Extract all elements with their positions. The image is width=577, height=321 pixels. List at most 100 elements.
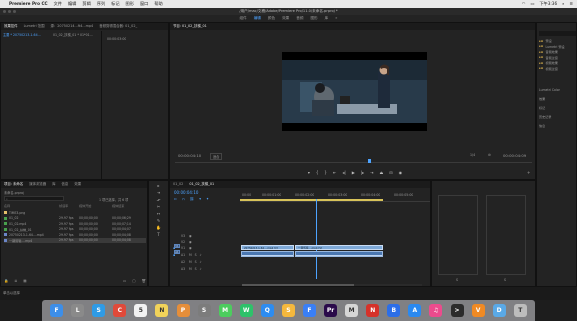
workspace-color[interactable]: 颜色 — [268, 15, 275, 22]
tab-media-browser[interactable]: 媒体浏览器 — [29, 181, 46, 188]
mute-icon[interactable]: M — [189, 260, 192, 264]
tab-sequence-escalator[interactable]: 01_02_扶梯_01 — [189, 181, 214, 188]
mute-icon[interactable]: M — [189, 267, 192, 271]
project-item-row[interactable]: 01_02.mp4 29.97 fps 00;00;00;00 00;00;07;14 — [4, 221, 146, 227]
effects-folder[interactable]: ▸▬ 视频过渡 — [539, 66, 577, 72]
menu-graphics[interactable]: 图形 — [126, 0, 134, 8]
itunes-icon[interactable]: ♫ — [429, 304, 443, 317]
menu-file[interactable]: 文件 — [54, 0, 62, 8]
vlc-icon[interactable]: V — [471, 304, 485, 317]
project-item-row[interactable]: 一期剪辑....mp4 29.97 fps 00;00;00;00 00;00;04;… — [4, 237, 146, 243]
column-name[interactable]: 名称 — [4, 203, 59, 208]
workspace-audio[interactable]: 音频 — [296, 15, 303, 22]
mic-icon[interactable]: ♪ — [200, 260, 202, 264]
list-view-icon[interactable]: ≣ — [14, 279, 17, 283]
project-item-row[interactable]: 20750213-1-64....mp4 29.97 fps 00;00;00;00… — [4, 232, 146, 238]
project-item-row[interactable]: 01_02 29.97 fps 00;00;00;00 00;00;06;29 — [4, 216, 146, 222]
wifi-icon[interactable]: ◠ — [522, 0, 526, 8]
zoom-select[interactable]: 适合 — [210, 153, 223, 160]
track-label[interactable]: A2 — [181, 260, 189, 264]
track-label[interactable]: A1 — [181, 253, 189, 257]
track-label[interactable]: A3 — [181, 267, 189, 271]
eye-icon[interactable]: ◉ — [189, 240, 192, 244]
step-forward-icon[interactable]: |▸ — [361, 170, 364, 175]
finder-icon[interactable]: F — [50, 304, 64, 317]
column-fps[interactable]: 帧速率 — [59, 203, 79, 208]
ripple-edit-tool-icon[interactable]: ⟛ — [156, 197, 162, 202]
go-to-in-icon[interactable]: ⇤ — [333, 170, 336, 175]
workspace-graphics[interactable]: 图形 — [310, 15, 317, 22]
project-item-row[interactable]: 01_02_扶梯_01 29.97 fps 00;00;00;00 00;00;04;… — [4, 227, 146, 233]
source-patch-v1[interactable]: V1 — [174, 244, 180, 248]
track-label[interactable]: V2 — [181, 240, 189, 244]
wechat-icon[interactable]: W — [239, 304, 253, 317]
video-clip[interactable]: 一期剪辑....mp4 [V] — [295, 245, 383, 250]
solo-button-right[interactable]: S — [504, 278, 506, 282]
source-clip-label[interactable]: 主要 * 20750213-1-64... — [3, 32, 51, 37]
work-area-bar[interactable] — [240, 199, 383, 201]
tab-lumetri-scopes[interactable]: Lumetri 范围 — [24, 23, 45, 30]
search-icon[interactable]: ⌕ — [562, 0, 564, 8]
tab-libraries[interactable]: 库 — [52, 181, 55, 188]
new-item-icon[interactable]: ▢ — [132, 279, 135, 283]
photos-icon[interactable]: P — [176, 304, 190, 317]
play-icon[interactable]: ▶ — [352, 170, 355, 175]
timeline-scrollbar[interactable] — [242, 284, 422, 286]
track-label[interactable]: V3 — [181, 234, 189, 238]
track-label[interactable]: V1 — [181, 246, 189, 250]
messages-icon[interactable]: M — [218, 304, 232, 317]
project-search-input[interactable]: ⌕ — [4, 196, 64, 201]
extract-icon[interactable]: ⊟ — [389, 170, 392, 175]
mic-icon[interactable]: ♪ — [200, 253, 202, 257]
mic-icon[interactable]: ♪ — [200, 267, 202, 271]
mark-out-icon[interactable]: } — [324, 170, 327, 175]
notes-icon[interactable]: N — [155, 304, 169, 317]
audio-clip[interactable] — [295, 251, 383, 257]
source-patch-a1[interactable]: A1 — [174, 250, 180, 254]
resolution-select[interactable]: 1/4 — [470, 153, 475, 157]
launchpad-icon[interactable]: L — [71, 304, 85, 317]
program-timecode[interactable]: 00:00:04:10 — [178, 153, 201, 158]
video-clip[interactable]: 20750213-1-64....mp4 [V] — [241, 245, 294, 250]
settings-icon[interactable]: ⚙ — [488, 153, 491, 157]
solo-icon[interactable]: S — [195, 260, 197, 264]
column-media-end[interactable]: 媒体结束 — [112, 203, 145, 208]
solo-button-left[interactable]: S — [456, 278, 458, 282]
lock-icon[interactable]: 🔒 — [4, 279, 8, 283]
tab-program[interactable]: 节目: 01_02_扶梯_01 — [173, 23, 207, 30]
app-store-icon[interactable]: A — [408, 304, 422, 317]
hand-tool-icon[interactable]: ✋ — [156, 225, 162, 230]
tab-project[interactable]: 项目: 未命名 — [4, 181, 23, 188]
razor-tool-icon[interactable]: ✂ — [156, 204, 162, 209]
tab-source[interactable]: 源：20750214...ft4...mp4 — [50, 23, 93, 30]
lift-icon[interactable]: ⏏ — [379, 170, 383, 175]
type-tool-icon[interactable]: T — [156, 232, 162, 237]
panel-option[interactable]: 信息 — [539, 121, 577, 130]
slip-tool-icon[interactable]: ↔ — [156, 211, 162, 216]
eye-icon[interactable]: ◉ — [189, 234, 192, 238]
add-button-icon[interactable]: + — [527, 170, 530, 175]
export-frame-icon[interactable]: ◉ — [399, 170, 403, 175]
workspace-assembly[interactable]: 组件 — [240, 15, 247, 22]
feishu-icon[interactable]: F — [302, 304, 316, 317]
calendar-icon[interactable]: 5 — [134, 304, 148, 317]
go-to-out-icon[interactable]: ⇥ — [370, 170, 373, 175]
linked-selection-icon[interactable]: ⛓ — [190, 197, 195, 201]
qq-icon[interactable]: Q — [260, 304, 274, 317]
window-controls[interactable] — [3, 10, 16, 13]
source-sequence-label[interactable]: 01_02_扶梯_01 * 01*01... — [53, 32, 101, 37]
mark-in-icon[interactable]: { — [316, 170, 319, 175]
panel-option[interactable]: Lumetri Color — [539, 85, 577, 94]
panel-option[interactable]: 历史记录 — [539, 112, 577, 121]
netease-music-icon[interactable]: N — [366, 304, 380, 317]
panel-option[interactable]: 效果 — [539, 94, 577, 103]
app-menu[interactable]: Premiere Pro CC — [9, 0, 48, 8]
wrench-icon[interactable]: ✦ — [206, 197, 209, 201]
track-select-tool-icon[interactable]: ⇥ — [156, 190, 162, 195]
workspace-editing[interactable]: 编辑 — [254, 15, 261, 22]
terminal-icon[interactable]: > — [450, 304, 464, 317]
trash-icon[interactable]: 🗑 — [142, 279, 146, 283]
workspace-libraries[interactable]: 库 — [325, 15, 329, 22]
mail-icon[interactable]: M — [345, 304, 359, 317]
menu-help[interactable]: 帮助 — [154, 0, 162, 8]
